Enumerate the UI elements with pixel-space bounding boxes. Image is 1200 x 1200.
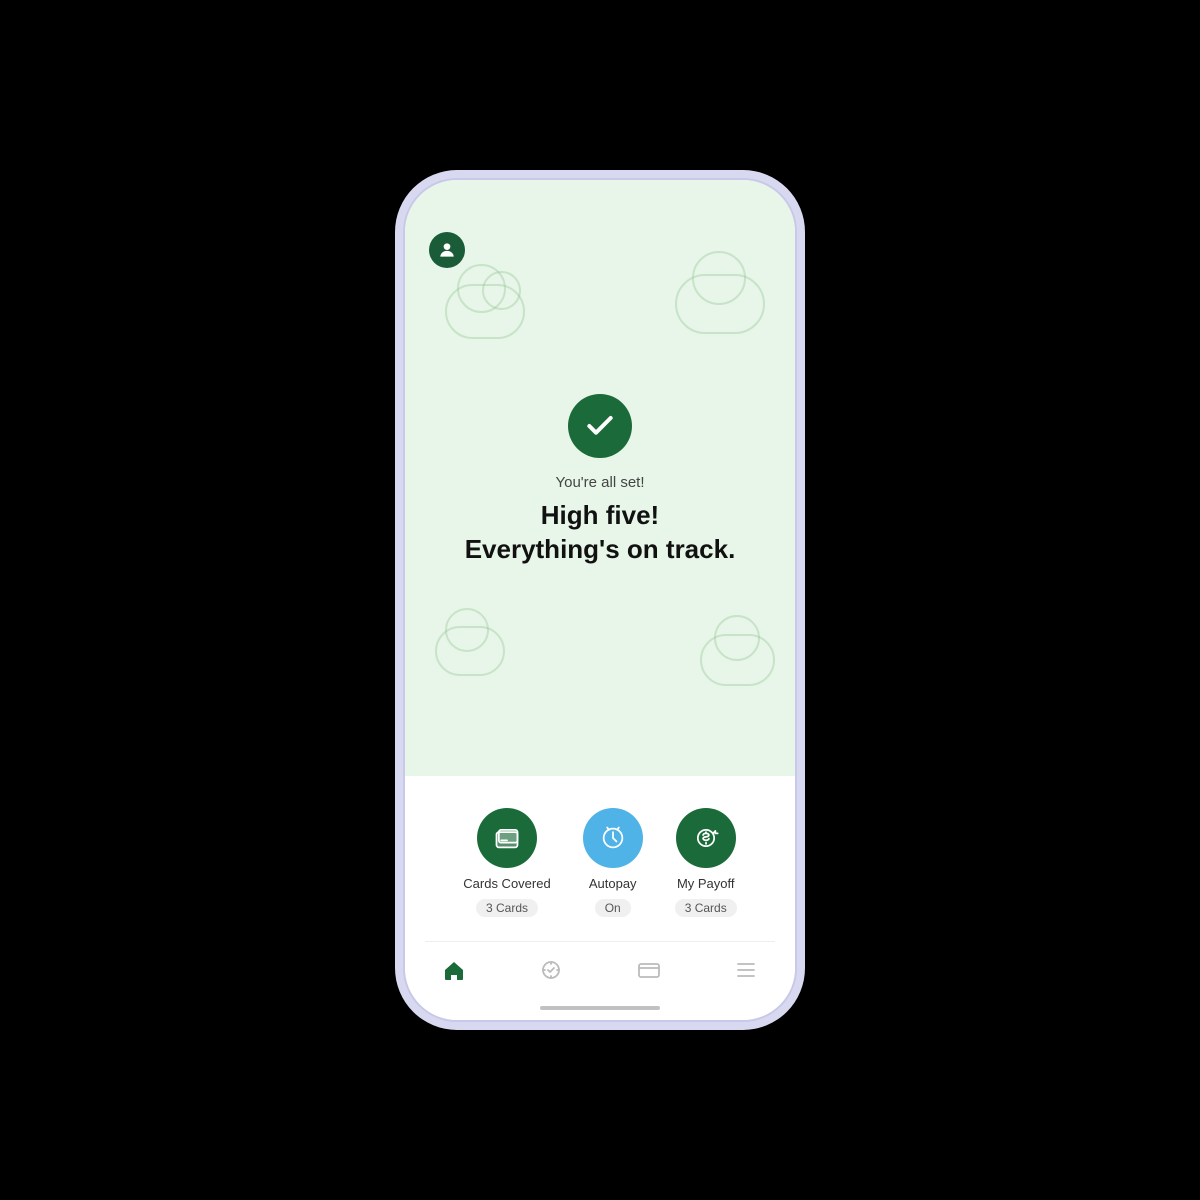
quick-actions-row: Cards Covered 3 Cards Autopay On [425, 808, 775, 917]
nav-card[interactable] [621, 954, 677, 992]
home-bar [540, 1006, 660, 1010]
nav-home[interactable] [426, 954, 482, 992]
autopay-label: Autopay [589, 876, 637, 891]
cloud-decoration-2 [675, 274, 765, 334]
profile-icon[interactable] [429, 232, 465, 268]
autopay-icon [583, 808, 643, 868]
cards-covered-icon [477, 808, 537, 868]
cards-covered-label: Cards Covered [463, 876, 550, 891]
phone-frame: You're all set! High five! Everything's … [405, 180, 795, 1020]
menu-icon [734, 958, 758, 988]
cloud-decoration-1 [445, 284, 525, 339]
money-icon [539, 958, 563, 988]
hero-title: High five! Everything's on track. [465, 499, 736, 567]
autopay-badge: On [595, 899, 631, 917]
nav-money[interactable] [523, 954, 579, 992]
card-nav-icon [637, 958, 661, 988]
action-cards-covered[interactable]: Cards Covered 3 Cards [463, 808, 550, 917]
hero-subtitle: You're all set! [555, 474, 644, 491]
home-icon [442, 958, 466, 988]
cards-covered-badge: 3 Cards [476, 899, 538, 917]
action-autopay[interactable]: Autopay On [583, 808, 643, 917]
cloud-decoration-4 [700, 634, 775, 686]
home-indicator [405, 1000, 795, 1020]
bottom-navigation [405, 942, 795, 1000]
cloud-decoration-3 [435, 626, 505, 676]
action-my-payoff[interactable]: My Payoff 3 Cards [675, 808, 737, 917]
my-payoff-badge: 3 Cards [675, 899, 737, 917]
main-content-area: You're all set! High five! Everything's … [405, 224, 795, 776]
profile-icon-area[interactable] [429, 232, 465, 268]
status-bar [405, 180, 795, 224]
success-checkmark [568, 394, 632, 458]
my-payoff-label: My Payoff [677, 876, 735, 891]
bottom-card: Cards Covered 3 Cards Autopay On [405, 776, 795, 942]
my-payoff-icon [676, 808, 736, 868]
nav-menu[interactable] [718, 954, 774, 992]
